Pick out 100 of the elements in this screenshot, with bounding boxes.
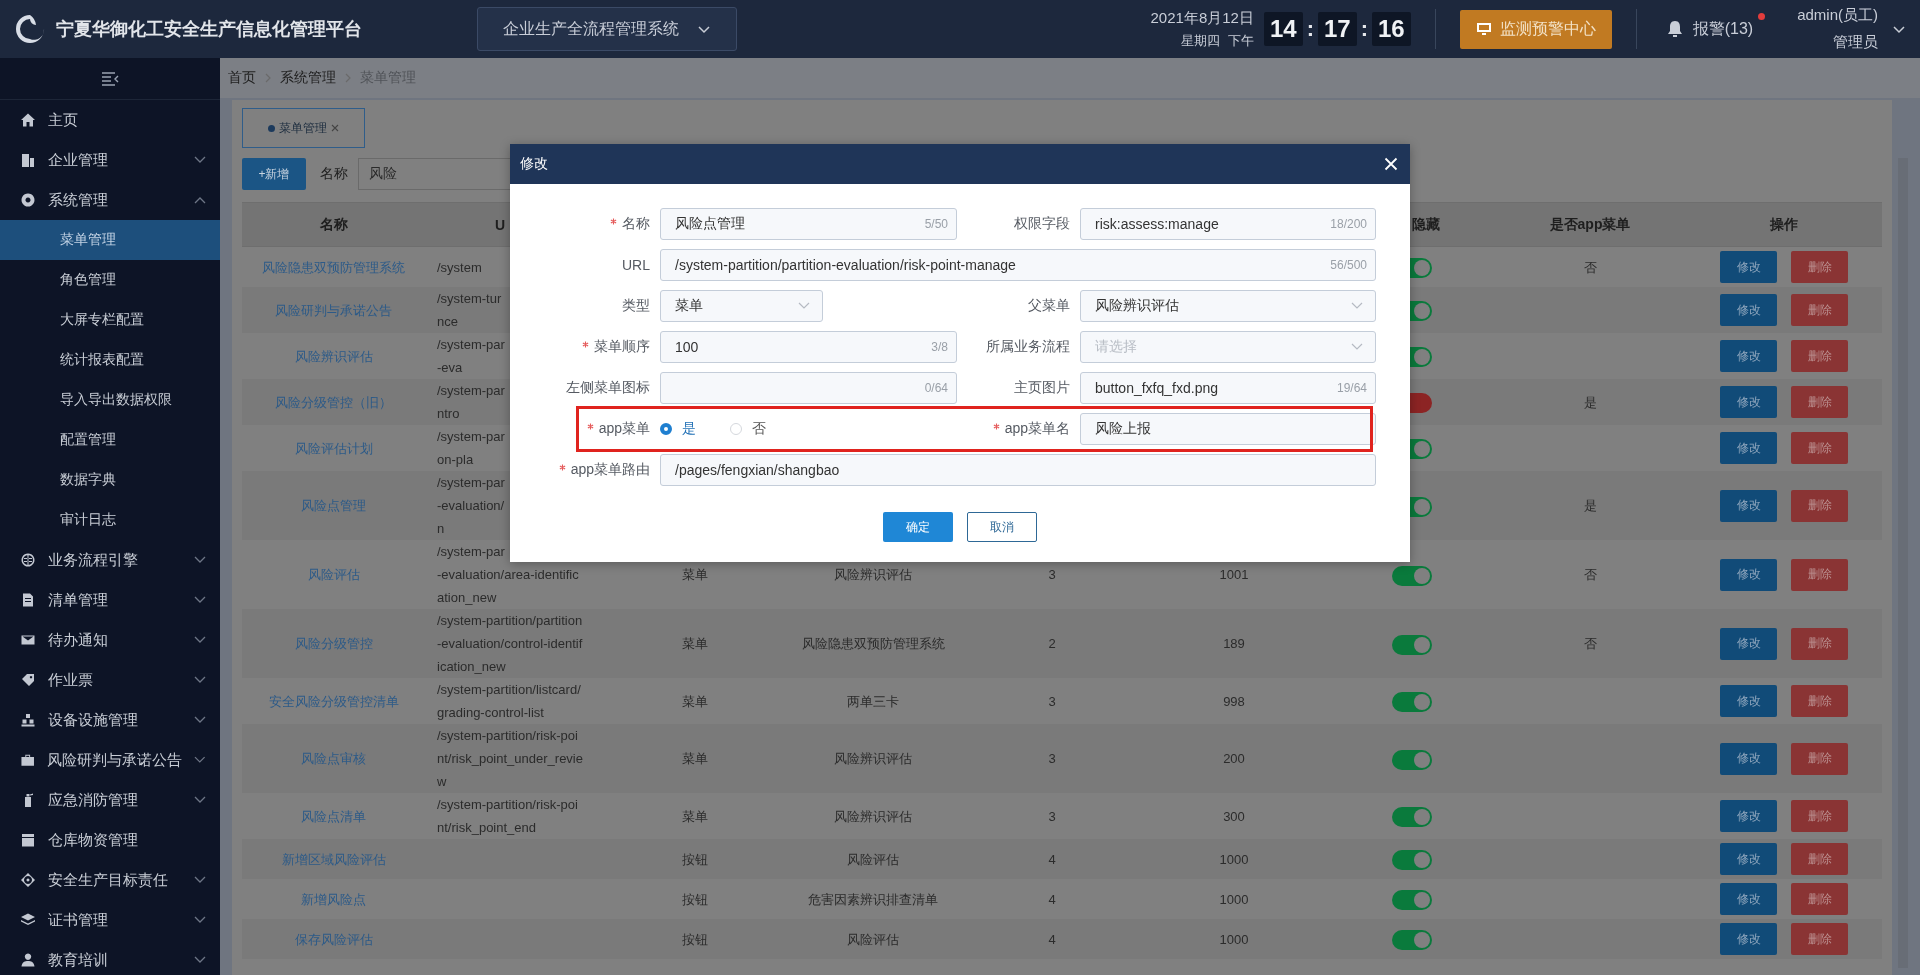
sidebar-item[interactable]: 教育培训 xyxy=(0,940,220,975)
sidebar-subitem[interactable]: 审计日志 xyxy=(0,500,220,540)
delete-button[interactable]: 删除 xyxy=(1791,742,1848,775)
delete-button[interactable]: 删除 xyxy=(1791,843,1848,875)
breadcrumb-link[interactable]: 系统管理 xyxy=(280,69,336,87)
required-asterisk-icon xyxy=(586,423,594,430)
sidebar-item[interactable]: 仓库物资管理 xyxy=(0,820,220,860)
table-cell: 风险辨识评估 xyxy=(834,567,912,582)
sidebar-item[interactable]: 业务流程引擎 xyxy=(0,540,220,580)
add-button[interactable]: +新增 xyxy=(242,158,306,190)
delete-button[interactable]: 删除 xyxy=(1791,489,1848,522)
radio-option[interactable]: 否 xyxy=(730,420,766,438)
monitor-center-button[interactable]: 监测预警中心 xyxy=(1459,9,1612,49)
edit-button[interactable]: 修改 xyxy=(1720,627,1777,660)
edit-button[interactable]: 修改 xyxy=(1720,386,1777,418)
edit-button[interactable]: 修改 xyxy=(1720,340,1777,372)
delete-button[interactable]: 删除 xyxy=(1791,923,1848,955)
edit-button[interactable]: 修改 xyxy=(1720,432,1777,464)
app-title: 宁夏华御化工安全生产信息化管理平台 xyxy=(56,18,363,41)
clock-separator: : xyxy=(1360,16,1368,42)
edit-button[interactable]: 修改 xyxy=(1720,800,1777,832)
edit-button[interactable]: 修改 xyxy=(1720,883,1777,915)
sidebar-subitem[interactable]: 菜单管理 xyxy=(0,220,220,260)
input-field[interactable]: 0/64 xyxy=(660,372,957,404)
input-field[interactable]: risk:assess:manage 18/200 xyxy=(1080,208,1376,240)
sidebar-item[interactable]: 安全生产目标责任 xyxy=(0,860,220,900)
delete-button[interactable]: 删除 xyxy=(1791,883,1848,915)
sidebar-subitem[interactable]: 导入导出数据权限 xyxy=(0,380,220,420)
date-text: 2021年8月12日 xyxy=(1150,8,1254,28)
input-field[interactable]: 100 3/8 xyxy=(660,331,957,363)
delete-button[interactable]: 删除 xyxy=(1791,685,1848,717)
sidebar-item[interactable]: 应急消防管理 xyxy=(0,780,220,820)
toggle-switch[interactable] xyxy=(1392,850,1432,871)
edit-button[interactable]: 修改 xyxy=(1720,923,1777,955)
table-cell: 300 xyxy=(1223,808,1245,824)
edit-button[interactable]: 修改 xyxy=(1720,742,1777,775)
sidebar-item[interactable]: 作业票 xyxy=(0,660,220,700)
delete-button[interactable]: 删除 xyxy=(1791,432,1848,464)
alarm-button[interactable]: 报警(13) xyxy=(1660,16,1758,42)
table-cell: 菜单 xyxy=(682,808,708,824)
toggle-switch[interactable] xyxy=(1392,692,1432,713)
toggle-switch[interactable] xyxy=(1392,634,1432,655)
select-field[interactable]: 风险辨识评估 xyxy=(1080,290,1376,322)
character-count: 3/8 xyxy=(931,340,948,354)
edit-button[interactable]: 修改 xyxy=(1720,251,1777,283)
delete-button[interactable]: 删除 xyxy=(1791,558,1848,591)
breadcrumb-link[interactable]: 首页 xyxy=(228,69,256,87)
page-tab[interactable]: 菜单管理 xyxy=(242,108,365,148)
sidebar-subitem[interactable]: 大屏专栏配置 xyxy=(0,300,220,340)
chevron-down-icon xyxy=(1351,343,1363,351)
user-name: admin(员工) xyxy=(1797,6,1878,25)
sidebar-item[interactable]: 风险研判与承诺公告 xyxy=(0,740,220,780)
sidebar-item[interactable]: 主页 xyxy=(0,100,220,140)
delete-button[interactable]: 删除 xyxy=(1791,251,1848,283)
sidebar-item[interactable]: 待办通知 xyxy=(0,620,220,660)
toggle-switch[interactable] xyxy=(1392,565,1432,586)
input-field[interactable]: /system-partition/partition-evaluation/risk-point-manage 56/500 xyxy=(660,249,1376,281)
edit-button[interactable]: 修改 xyxy=(1720,489,1777,522)
toggle-switch[interactable] xyxy=(1392,807,1432,828)
chevron-down-icon xyxy=(194,956,206,964)
edit-button[interactable]: 修改 xyxy=(1720,843,1777,875)
table-cell: 是 xyxy=(1583,498,1597,513)
radio-option[interactable]: 是 xyxy=(660,420,696,438)
delete-button[interactable]: 删除 xyxy=(1791,800,1848,832)
input-field[interactable]: /pages/fengxian/shangbao xyxy=(660,454,1376,486)
table-cell: 1001 xyxy=(1219,567,1249,582)
input-field[interactable]: 风险上报 xyxy=(1080,413,1376,445)
toggle-switch[interactable] xyxy=(1392,930,1432,951)
toggle-switch[interactable] xyxy=(1392,890,1432,911)
chevron-down-icon xyxy=(194,916,206,924)
select-field[interactable]: 菜单 xyxy=(660,290,823,322)
cancel-button[interactable]: 取消 xyxy=(967,512,1037,542)
input-field[interactable]: button_fxfq_fxd.png 19/64 xyxy=(1080,372,1376,404)
sidebar-item[interactable]: 系统管理 xyxy=(0,180,220,220)
delete-button[interactable]: 删除 xyxy=(1791,294,1848,326)
sidebar-item[interactable]: 证书管理 xyxy=(0,900,220,940)
delete-button[interactable]: 删除 xyxy=(1791,627,1848,660)
sidebar-subitem[interactable]: 配置管理 xyxy=(0,420,220,460)
layers-icon xyxy=(20,912,36,928)
toggle-switch[interactable] xyxy=(1392,749,1432,770)
sidebar-subitem[interactable]: 角色管理 xyxy=(0,260,220,300)
confirm-button[interactable]: 确定 xyxy=(883,512,953,542)
delete-button[interactable]: 删除 xyxy=(1791,386,1848,418)
menu-icon[interactable] xyxy=(101,71,119,86)
edit-button[interactable]: 修改 xyxy=(1720,558,1777,591)
edit-button[interactable]: 修改 xyxy=(1720,294,1777,326)
sidebar-item[interactable]: 设备设施管理 xyxy=(0,700,220,740)
sidebar-item[interactable]: 企业管理 xyxy=(0,140,220,180)
delete-button[interactable]: 删除 xyxy=(1791,340,1848,372)
table-cell: 189 xyxy=(1223,636,1245,651)
character-count: 5/50 xyxy=(924,217,948,231)
edit-button[interactable]: 修改 xyxy=(1720,685,1777,717)
sidebar-item[interactable]: 清单管理 xyxy=(0,580,220,620)
input-field[interactable]: 风险点管理 5/50 xyxy=(660,208,957,240)
sidebar-subitem[interactable]: 数据字典 xyxy=(0,460,220,500)
sidebar-subitem[interactable]: 统计报表配置 xyxy=(0,340,220,380)
field-label: 父菜单 xyxy=(1028,297,1070,313)
column-header: U xyxy=(495,216,506,233)
system-select[interactable]: 企业生产全流程管理系统 xyxy=(477,7,737,51)
clock-digits: 16 xyxy=(1372,12,1411,46)
